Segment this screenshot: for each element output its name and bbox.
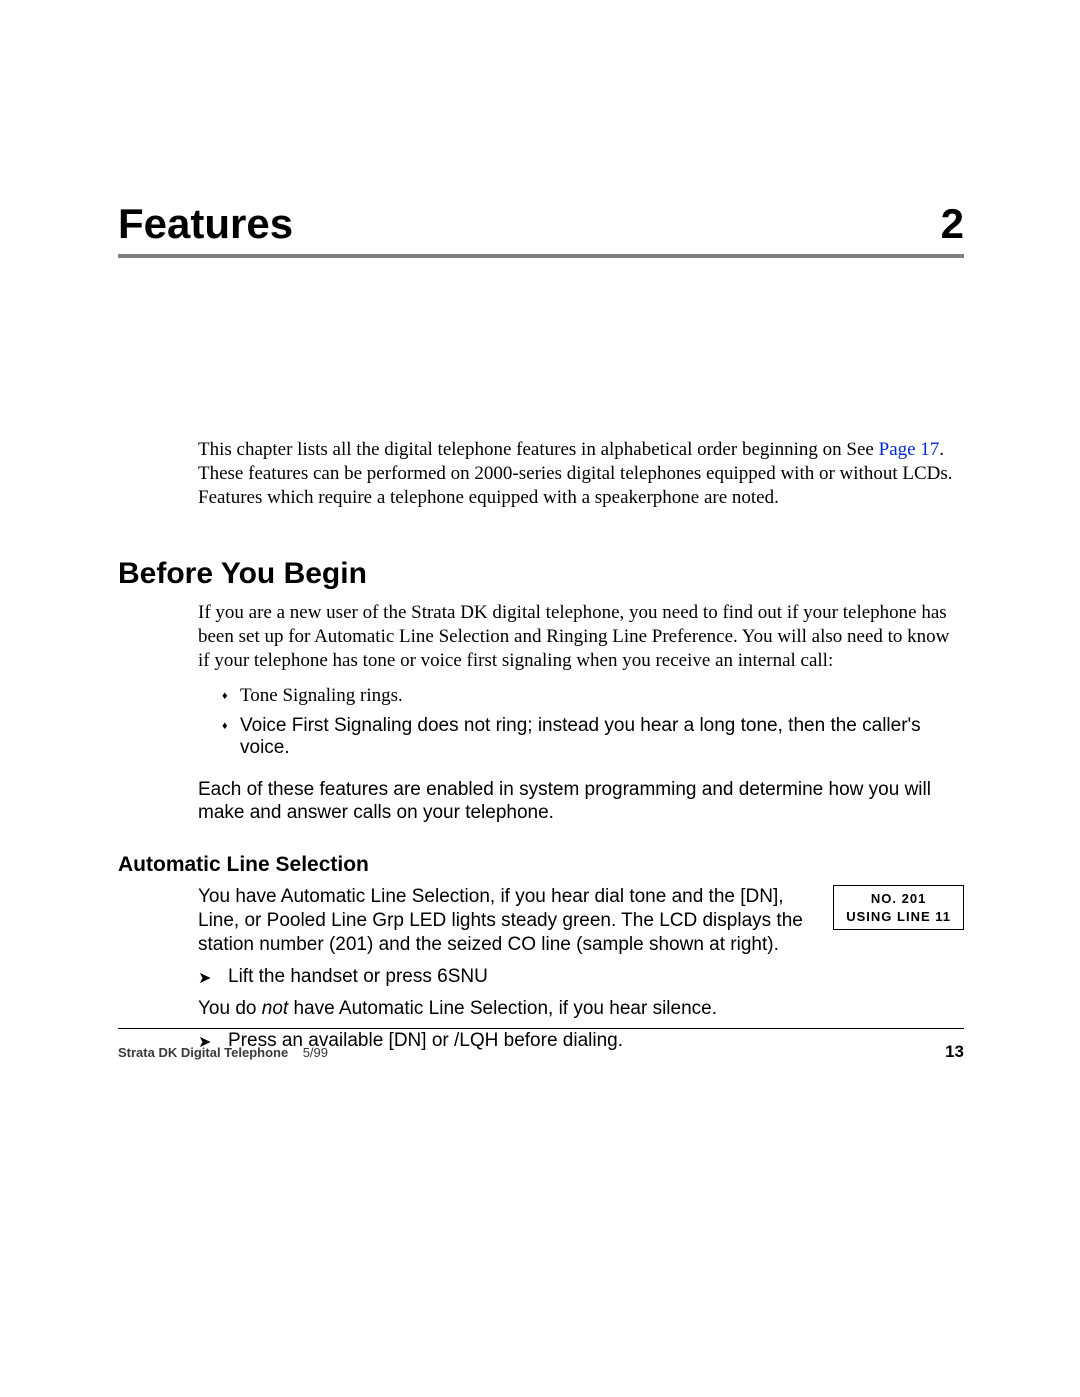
page: Features 2 This chapter lists all the di… <box>118 200 964 1062</box>
als-arrow-1-item: Lift the handset or press 6SNU <box>198 966 964 988</box>
byb-bullets: Tone Signaling rings. Voice First Signal… <box>198 685 964 759</box>
lcd-sample: NO. 201 USING LINE 11 <box>833 885 964 930</box>
als-arrow-1: Lift the handset or press 6SNU <box>198 966 964 988</box>
heading-before-you-begin: Before You Begin <box>118 557 964 591</box>
before-you-begin-body: If you are a new user of the Strata DK d… <box>198 601 964 672</box>
heading-automatic-line-selection: Automatic Line Selection <box>118 853 964 877</box>
footer-rule <box>118 1028 964 1029</box>
chapter-header: Features 2 <box>118 200 964 258</box>
byb-bullet-1: Tone Signaling rings. <box>222 685 964 707</box>
als-a1b: 6SNU <box>437 966 488 987</box>
als-p1a: You have <box>198 886 281 907</box>
als-p2b: not <box>262 998 288 1019</box>
page-link[interactable]: Page 17 <box>879 439 940 460</box>
footer-title: Strata DK Digital Telephone <box>118 1045 288 1060</box>
footer-date: 5/99 <box>303 1045 328 1060</box>
byb-para1: If you are a new user of the Strata DK d… <box>198 601 964 672</box>
footer: Strata DK Digital Telephone 5/99 13 <box>118 1042 964 1062</box>
footer-left: Strata DK Digital Telephone 5/99 <box>118 1045 328 1060</box>
als-para2: You do not have Automatic Line Selection… <box>198 998 964 1020</box>
als-p1d: ) and the seized CO line (sample shown a… <box>367 934 779 955</box>
chapter-number: 2 <box>941 200 964 248</box>
als-a1a: Lift the handset or press <box>228 966 437 987</box>
als-p2c: have Automatic Line Selection, if you he… <box>288 998 717 1019</box>
lcd-line2: USING LINE 11 <box>846 908 951 926</box>
als-p1c: 201 <box>335 934 367 955</box>
intro-paragraph: This chapter lists all the digital telep… <box>198 438 964 509</box>
als-p2a: You do <box>198 998 262 1019</box>
intro-lead: This chapter lists all the digital telep… <box>198 439 879 460</box>
auto-line-group: NO. 201 USING LINE 11 You have Automatic… <box>198 885 964 956</box>
page-number: 13 <box>945 1042 964 1062</box>
byb-bullet-2: Voice First Signaling does not ring; ins… <box>222 715 964 759</box>
lcd-line1: NO. 201 <box>846 890 951 908</box>
chapter-title: Features <box>118 200 293 248</box>
byb-para2: Each of these features are enabled in sy… <box>198 778 964 826</box>
